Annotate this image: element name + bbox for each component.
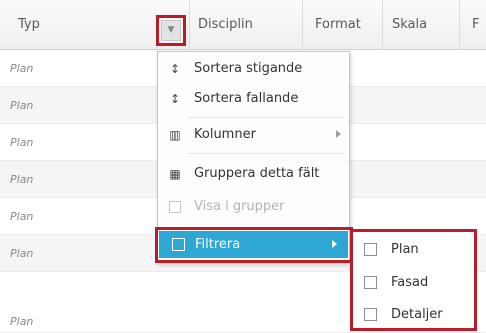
cell-typ: Plan: [10, 62, 34, 75]
filter-submenu: Plan Fasad Detaljer: [350, 229, 477, 331]
checkbox[interactable]: [364, 276, 377, 289]
column-header-format[interactable]: Format: [315, 0, 361, 50]
filter-option-detaljer[interactable]: Detaljer: [353, 299, 474, 331]
menu-item-sort-ascending[interactable]: ↕ Sortera stigande: [158, 57, 351, 83]
menu-item-sort-descending[interactable]: ↕ Sortera fallande: [158, 87, 351, 113]
cell-typ: Plan: [10, 210, 34, 223]
column-divider[interactable]: [382, 0, 383, 50]
checkbox[interactable]: [364, 243, 377, 256]
column-divider[interactable]: [302, 0, 303, 50]
chevron-right-icon: [336, 130, 341, 138]
column-header-typ[interactable]: Typ: [18, 0, 40, 50]
column-header-f[interactable]: F: [472, 0, 479, 50]
column-header-disciplin[interactable]: Disciplin: [198, 0, 253, 50]
grid-header: Typ Disciplin Format Skala F ▼: [0, 0, 486, 50]
menu-divider: [188, 117, 343, 118]
menu-item-group-by-field[interactable]: ▦ Gruppera detta fält: [158, 162, 351, 188]
cell-typ: Plan: [10, 247, 34, 260]
menu-item-columns[interactable]: ▥ Kolumner: [158, 123, 351, 149]
column-divider[interactable]: [189, 0, 190, 50]
cell-typ: Plan: [10, 99, 34, 112]
cell-typ: Plan: [10, 315, 34, 328]
column-header-skala[interactable]: Skala: [392, 0, 427, 50]
menu-divider: [188, 153, 343, 154]
cell-typ: Plan: [10, 136, 34, 149]
filter-option-plan[interactable]: Plan: [353, 234, 474, 266]
annotation-highlight-box: [156, 15, 186, 46]
group-by-icon: ▦: [169, 167, 181, 181]
checkbox-icon: [167, 199, 183, 215]
sort-descending-icon: ↕: [169, 92, 181, 106]
column-divider[interactable]: [459, 0, 460, 50]
annotation-highlight-box: [155, 227, 353, 263]
cell-typ: Plan: [10, 173, 34, 186]
sort-ascending-icon: ↕: [169, 62, 181, 76]
columns-icon: ▥: [169, 128, 181, 142]
menu-item-show-in-groups[interactable]: Visa i grupper: [158, 195, 351, 221]
checkbox[interactable]: [364, 308, 377, 321]
filter-option-fasad[interactable]: Fasad: [353, 267, 474, 299]
